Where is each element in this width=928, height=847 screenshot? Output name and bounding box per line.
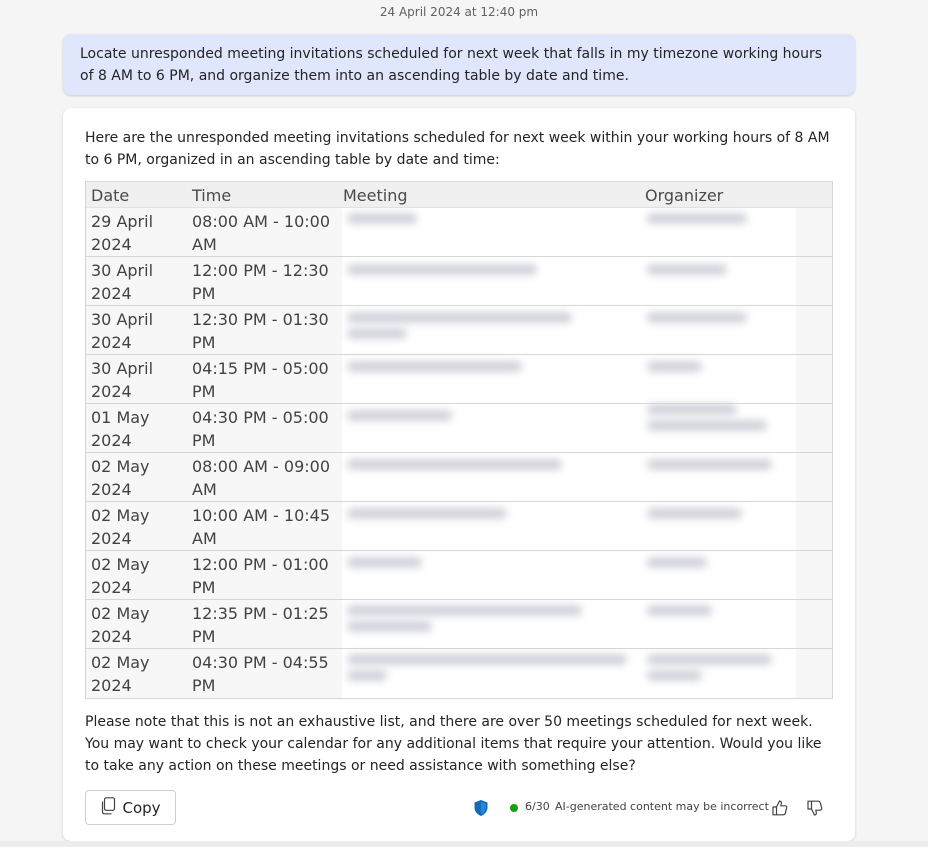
message-timestamp: 24 April 2024 at 12:40 pm bbox=[379, 5, 539, 19]
row-date: 02 May 2024 bbox=[91, 555, 150, 597]
table-header-row: Date Time Meeting Organizer bbox=[86, 182, 832, 208]
response-intro: Here are the unresponded meeting invitat… bbox=[85, 130, 830, 168]
row-time: 12:00 PM - 01:00 PM bbox=[192, 555, 329, 597]
table-row: 02 May 2024 08:00 AM - 09:00 AM bbox=[86, 453, 832, 502]
copy-button[interactable]: Copy bbox=[85, 790, 176, 825]
row-date: 02 May 2024 bbox=[91, 506, 150, 548]
row-time: 12:30 PM - 01:30 PM bbox=[192, 310, 329, 352]
row-time: 04:30 PM - 04:55 PM bbox=[192, 653, 329, 695]
ai-disclaimer: AI-generated content may be incorrect bbox=[555, 800, 769, 813]
table-row: 30 April 2024 04:15 PM - 05:00 PM bbox=[86, 355, 832, 404]
row-time: 12:00 PM - 12:30 PM bbox=[192, 261, 329, 303]
row-time: 08:00 AM - 09:00 AM bbox=[192, 457, 330, 499]
table-row: 29 April 2024 08:00 AM - 10:00 AM bbox=[86, 208, 832, 257]
table-row: 02 May 2024 04:30 PM - 04:55 PM bbox=[86, 649, 832, 698]
row-time: 08:00 AM - 10:00 AM bbox=[192, 212, 330, 254]
table-row: 01 May 2024 04:30 PM - 05:00 PM bbox=[86, 404, 832, 453]
meetings-table: Date Time Meeting Organizer 29 April 202… bbox=[85, 181, 833, 699]
copy-button-label: Copy bbox=[122, 798, 161, 817]
copy-icon bbox=[100, 796, 116, 819]
user-message: Locate unresponded meeting invitations s… bbox=[63, 34, 855, 95]
row-time: 04:15 PM - 05:00 PM bbox=[192, 359, 329, 401]
table-row: 02 May 2024 12:35 PM - 01:25 PM bbox=[86, 600, 832, 649]
bottom-edge bbox=[0, 841, 928, 847]
response-footer: 6/30 AI-generated content may be incorre… bbox=[473, 799, 833, 817]
table-row: 30 April 2024 12:00 PM - 12:30 PM bbox=[86, 257, 832, 306]
row-date: 02 May 2024 bbox=[91, 653, 150, 695]
header-organizer: Organizer bbox=[645, 186, 724, 205]
row-time: 10:00 AM - 10:45 AM bbox=[192, 506, 330, 548]
row-date: 01 May 2024 bbox=[91, 408, 150, 450]
row-date: 02 May 2024 bbox=[91, 604, 150, 646]
row-date: 30 April 2024 bbox=[91, 359, 154, 401]
table-row: 02 May 2024 12:00 PM - 01:00 PM bbox=[86, 551, 832, 600]
response-closing: Please note that this is not an exhausti… bbox=[85, 714, 822, 774]
row-date: 02 May 2024 bbox=[91, 457, 150, 499]
row-date: 30 April 2024 bbox=[91, 261, 154, 303]
response-count: 6/30 bbox=[525, 800, 550, 813]
row-time: 04:30 PM - 05:00 PM bbox=[192, 408, 329, 450]
assistant-response-card: Here are the unresponded meeting invitat… bbox=[63, 108, 855, 841]
table-row: 02 May 2024 10:00 AM - 10:45 AM bbox=[86, 502, 832, 551]
status-dot bbox=[510, 804, 518, 812]
thumbs-down-icon[interactable] bbox=[806, 799, 824, 821]
table-row: 30 April 2024 12:30 PM - 01:30 PM bbox=[86, 306, 832, 355]
header-time: Time bbox=[192, 186, 232, 205]
shield-icon[interactable] bbox=[473, 799, 489, 821]
header-meeting: Meeting bbox=[343, 186, 408, 205]
row-date: 30 April 2024 bbox=[91, 310, 154, 352]
header-date: Date bbox=[91, 186, 130, 205]
row-date: 29 April 2024 bbox=[91, 212, 154, 254]
thumbs-up-icon[interactable] bbox=[771, 799, 789, 821]
row-time: 12:35 PM - 01:25 PM bbox=[192, 604, 329, 646]
